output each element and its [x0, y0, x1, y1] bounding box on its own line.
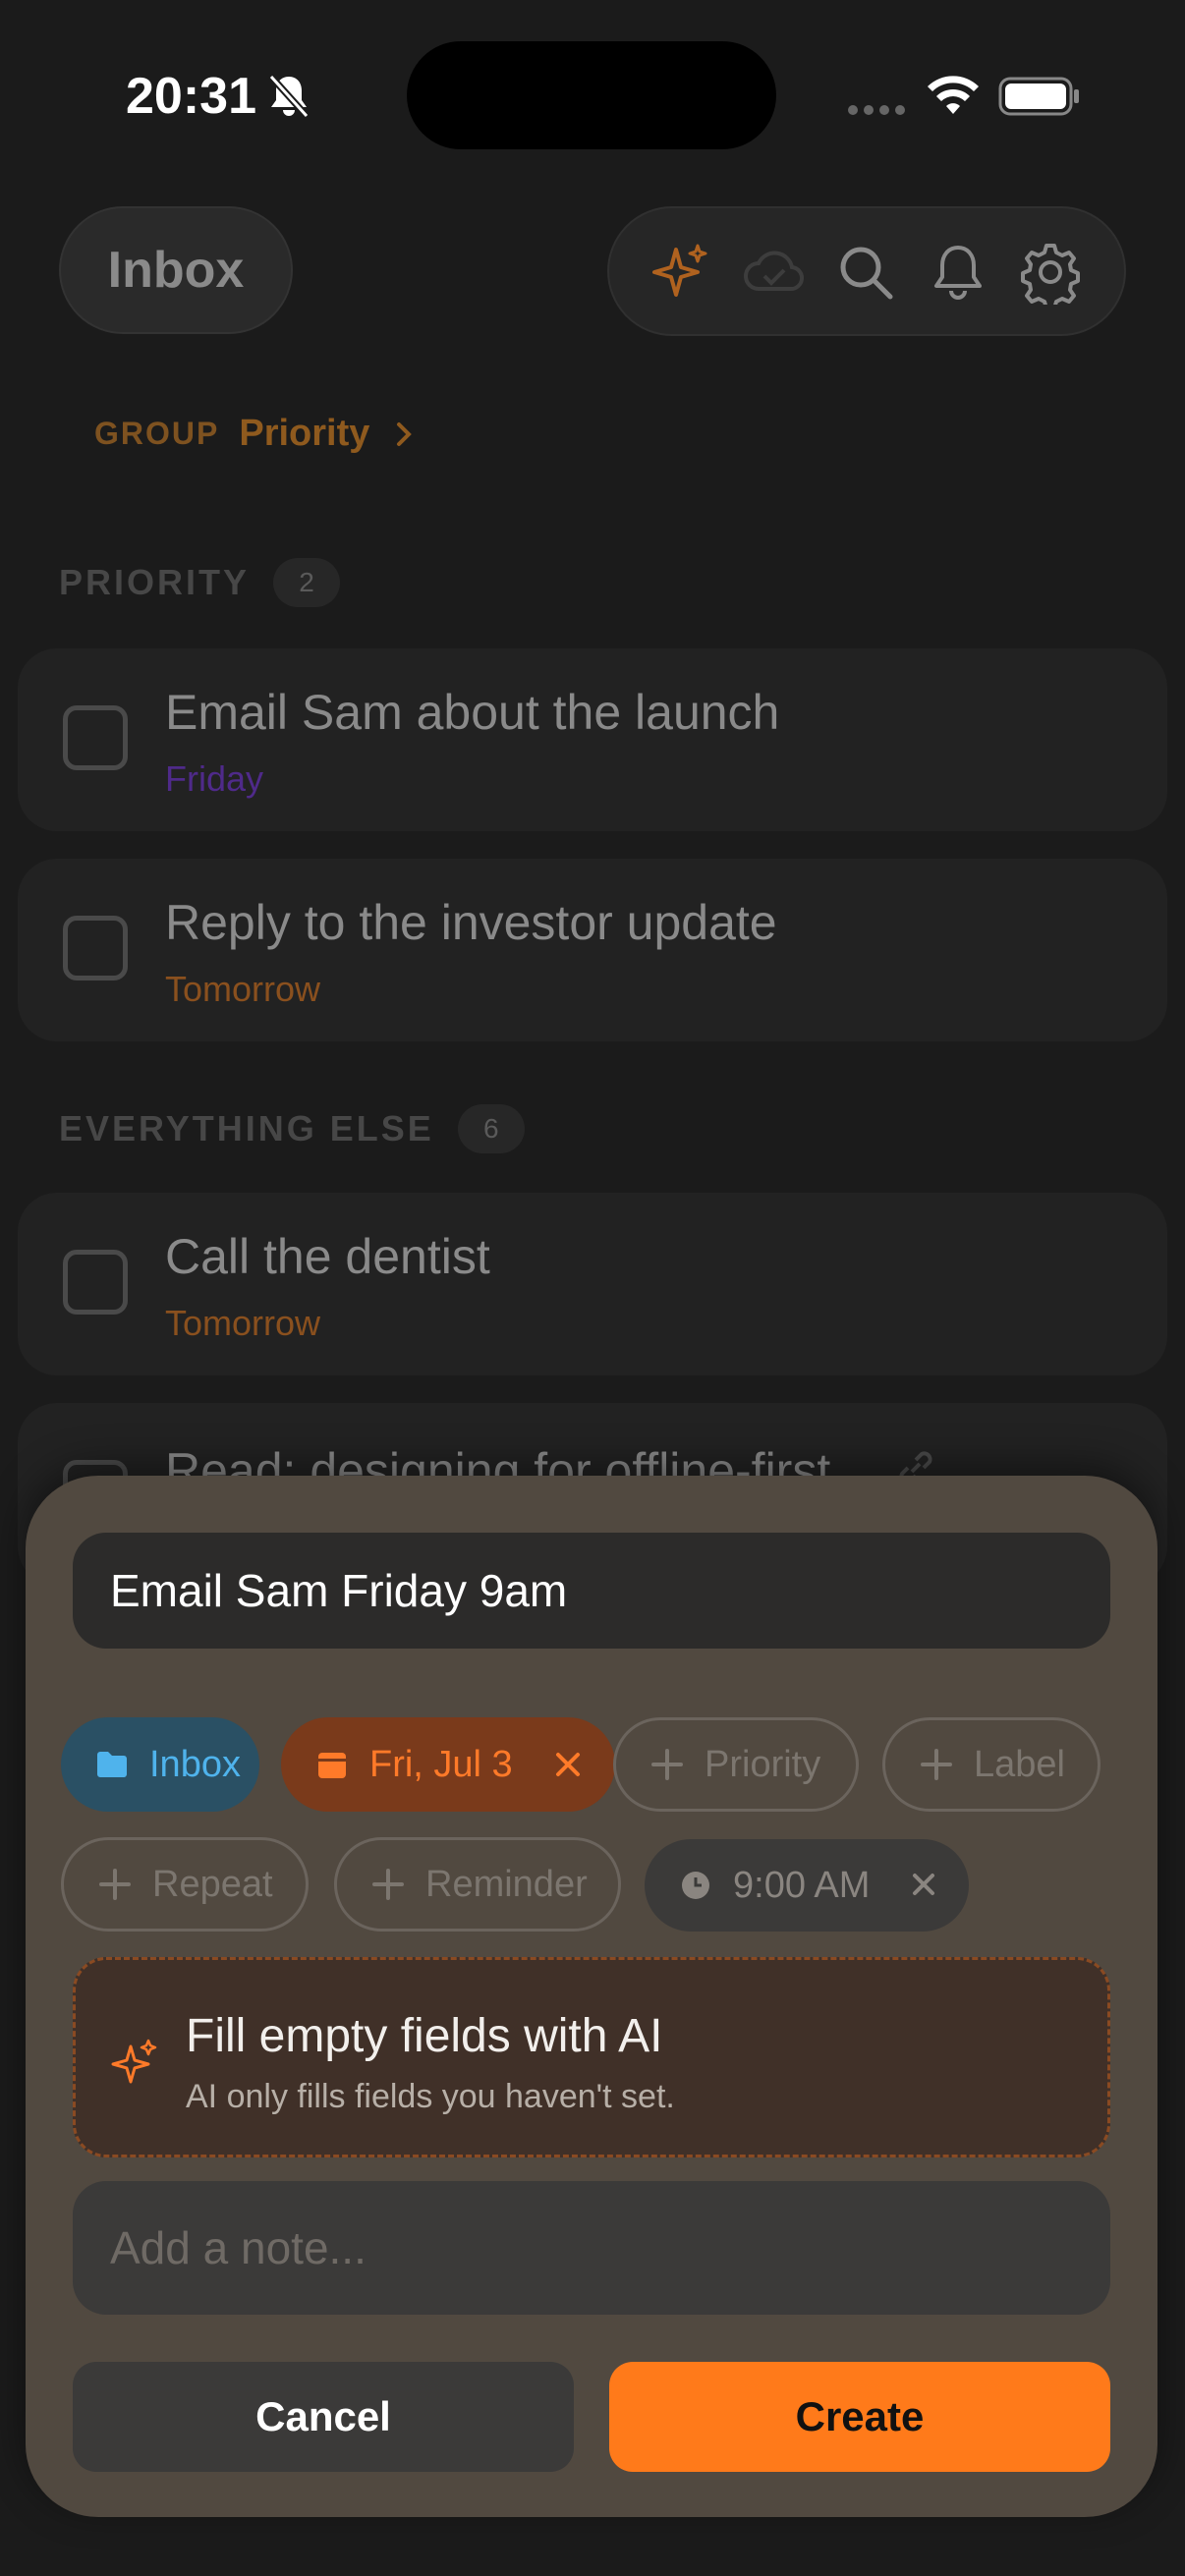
- calendar-icon: [318, 1753, 346, 1778]
- task-title: Call the dentist: [165, 1229, 490, 1284]
- ai-fill-subtitle: AI only fills fields you haven't set.: [186, 2078, 675, 2115]
- inbox-title-button[interactable]: Inbox: [59, 206, 293, 334]
- chip-label: Reminder: [425, 1863, 588, 1905]
- create-button[interactable]: Create: [609, 2362, 1110, 2472]
- cellular-signal-icon: [848, 105, 905, 115]
- date-chip[interactable]: Fri, Jul 3: [281, 1717, 615, 1812]
- search-icon[interactable]: [833, 240, 898, 305]
- task-title-input[interactable]: Email Sam Friday 9am: [73, 1533, 1110, 1649]
- clear-time-icon[interactable]: [904, 1865, 943, 1904]
- project-chip-inbox[interactable]: Inbox: [61, 1717, 259, 1812]
- task-due-date: Friday: [165, 758, 264, 799]
- wifi-icon: [928, 76, 979, 114]
- section-priority-header: PRIORITY 2: [59, 558, 341, 607]
- chip-label: Label: [974, 1743, 1065, 1785]
- time-chip[interactable]: 9:00 AM: [645, 1839, 969, 1932]
- sparkles-icon[interactable]: [649, 240, 713, 305]
- sparkles-icon: [111, 2039, 157, 2084]
- add-priority-chip[interactable]: Priority: [613, 1717, 859, 1812]
- task-title: Reply to the investor update: [165, 895, 777, 950]
- new-task-sheet: Email Sam Friday 9am Inbox Fri, Jul 3 Pr…: [26, 1476, 1157, 2517]
- chevron-right-icon: [397, 421, 413, 446]
- ai-fill-button[interactable]: Fill empty fields with AI AI only fills …: [73, 1957, 1110, 2157]
- add-label-chip[interactable]: Label: [882, 1717, 1100, 1812]
- cloud-check-icon[interactable]: [741, 240, 806, 305]
- add-repeat-chip[interactable]: Repeat: [61, 1837, 309, 1932]
- group-label: GROUP: [94, 416, 220, 451]
- group-by-selector[interactable]: GROUP Priority: [94, 413, 419, 455]
- plus-icon: [651, 1749, 683, 1780]
- clock-icon: [682, 1872, 709, 1899]
- task-checkbox[interactable]: [63, 1250, 128, 1315]
- chip-label: Inbox: [149, 1743, 241, 1785]
- group-value: Priority: [239, 413, 370, 454]
- bell-slash-icon: [268, 74, 310, 119]
- dynamic-island: [407, 41, 776, 149]
- section-count-badge: 2: [273, 558, 341, 607]
- plus-icon: [372, 1869, 404, 1900]
- task-due-date: Tomorrow: [165, 1303, 321, 1343]
- task-checkbox[interactable]: [63, 705, 128, 770]
- section-everything-else-header: EVERYTHING ELSE 6: [59, 1104, 525, 1153]
- add-reminder-chip[interactable]: Reminder: [334, 1837, 621, 1932]
- ai-fill-title: Fill empty fields with AI: [186, 2010, 663, 2062]
- chip-label: 9:00 AM: [733, 1864, 871, 1906]
- gear-icon[interactable]: [1018, 240, 1083, 305]
- plus-icon: [99, 1869, 131, 1900]
- section-title: PRIORITY: [59, 562, 251, 602]
- clear-date-icon[interactable]: [546, 1743, 590, 1786]
- chip-label: Repeat: [152, 1863, 273, 1905]
- status-bar: 20:31: [0, 0, 1185, 196]
- task-title: Email Sam about the launch: [165, 685, 780, 740]
- chip-label: Priority: [705, 1743, 821, 1785]
- status-time: 20:31: [126, 68, 256, 125]
- note-input[interactable]: Add a note...: [73, 2181, 1110, 2315]
- bell-icon[interactable]: [926, 240, 990, 305]
- task-due-date: Tomorrow: [165, 969, 321, 1009]
- section-title: EVERYTHING ELSE: [59, 1108, 434, 1148]
- battery-icon: [998, 77, 1079, 116]
- task-row[interactable]: Reply to the investor update Tomorrow: [18, 859, 1167, 1041]
- section-count-badge: 6: [457, 1104, 525, 1153]
- header-actions: [607, 206, 1126, 336]
- folder-icon: [97, 1752, 127, 1777]
- task-checkbox[interactable]: [63, 916, 128, 980]
- task-row[interactable]: Email Sam about the launch Friday: [18, 648, 1167, 831]
- plus-icon: [921, 1749, 952, 1780]
- cancel-button[interactable]: Cancel: [73, 2362, 574, 2472]
- chip-label: Fri, Jul 3: [369, 1743, 513, 1785]
- task-row[interactable]: Call the dentist Tomorrow: [18, 1193, 1167, 1375]
